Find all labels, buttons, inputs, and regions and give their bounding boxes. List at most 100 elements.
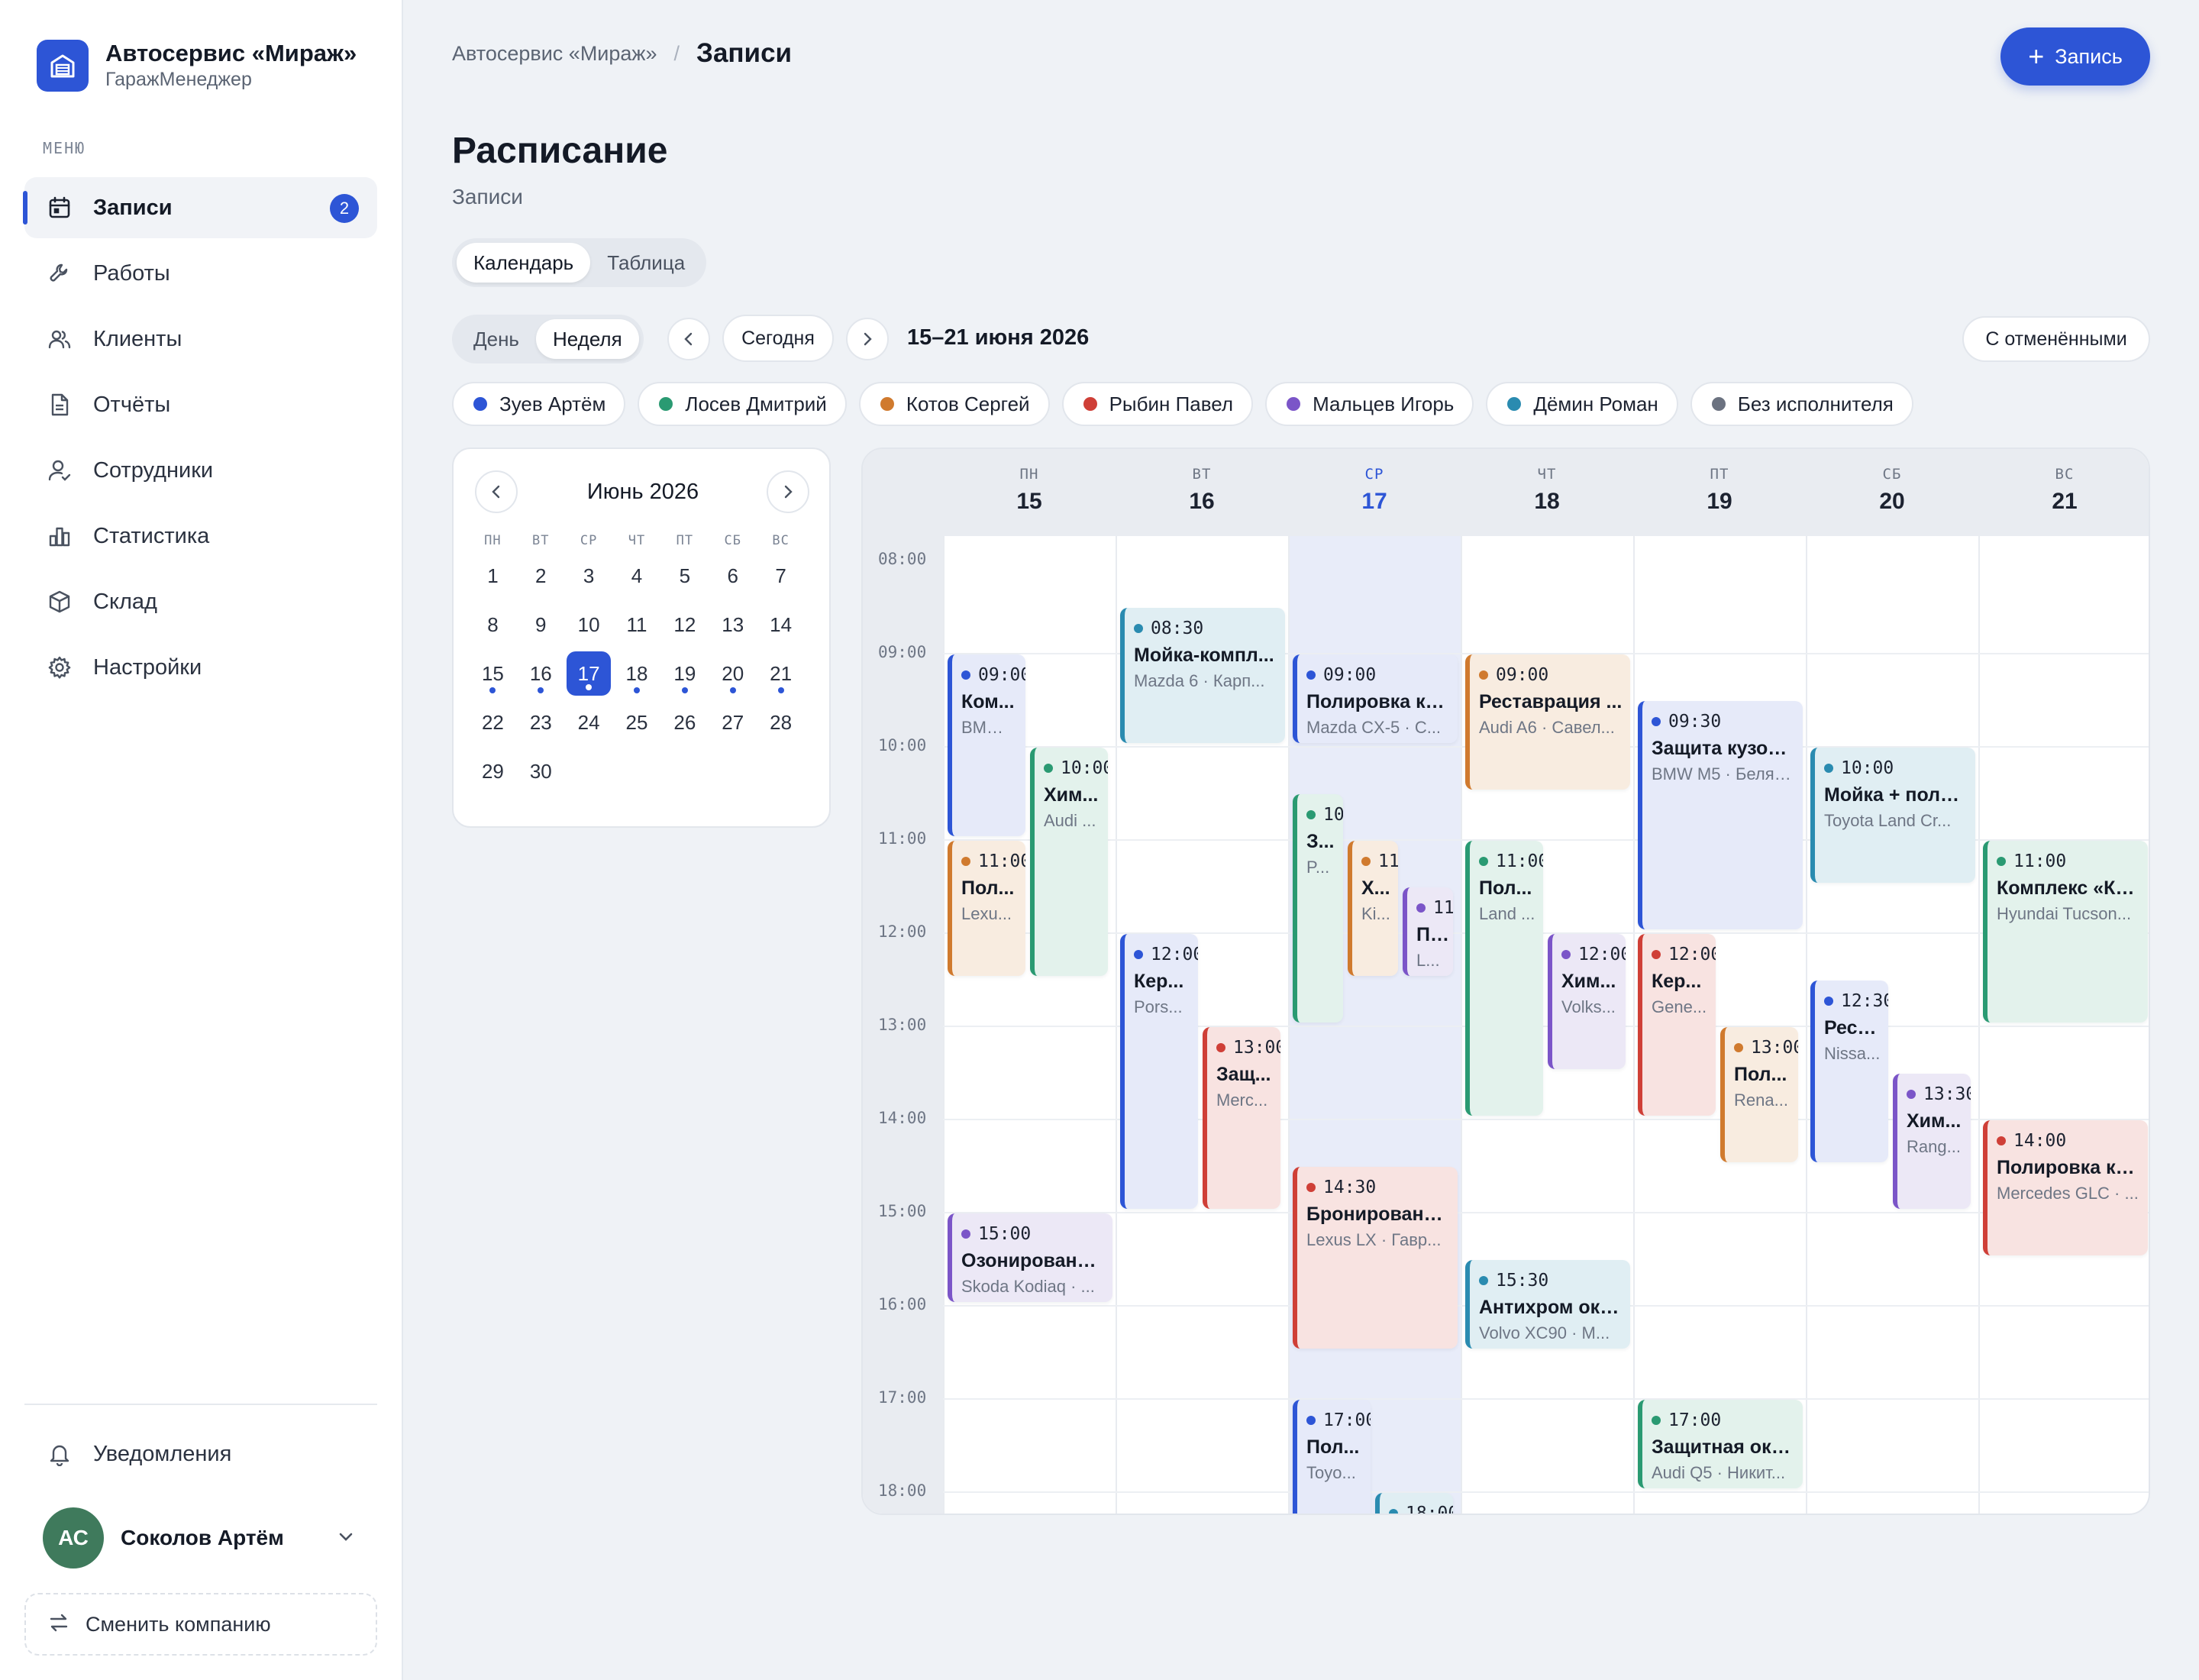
mini-calendar-day[interactable]: 8 [469,600,517,649]
appointment-card[interactable]: 10:00 Мойка + поли... Toyota Land Cr... [1810,748,1975,883]
mini-calendar-day[interactable]: 29 [469,747,517,796]
appointment-card[interactable]: 14:30 Бронирование... Lexus LX · Гавр... [1293,1167,1458,1349]
mini-calendar-day[interactable]: 25 [613,698,661,747]
appointment-card[interactable]: 10:00 Хим... Audi ... [1030,748,1108,976]
appointment-card[interactable]: 14:00 Полировка ку... Mercedes GLC · ... [1983,1120,2148,1255]
breadcrumb-root-link[interactable]: Автосервис «Мираж» [452,42,657,66]
mini-next-month-button[interactable] [767,470,809,513]
mini-calendar-day[interactable]: 30 [517,747,565,796]
sidebar-item-works[interactable]: Работы [24,243,377,304]
appointment-card[interactable]: 13:00 Защ... Merc... [1203,1027,1280,1209]
mini-calendar-day[interactable]: 13 [709,600,757,649]
today-button[interactable]: Сегодня [722,315,834,362]
mini-calendar-day[interactable]: 6 [709,551,757,600]
day-column[interactable] [1978,536,2149,1514]
mini-calendar-day[interactable]: 7 [757,551,805,600]
employee-filter-chip[interactable]: Без исполнителя [1690,382,1913,426]
day-header[interactable]: СБ 20 [1806,449,1978,536]
appointment-card[interactable]: 18:00Мой...VW Ti... [1375,1493,1453,1514]
sidebar-item-reports[interactable]: Отчёты [24,374,377,435]
mini-calendar-day[interactable]: 4 [613,551,661,600]
tab-calendar[interactable]: Календарь [457,243,591,283]
employee-filter-chip[interactable]: Дёмин Роман [1486,382,1678,426]
tab-table[interactable]: Таблица [590,243,702,283]
employee-filter-chip[interactable]: Котов Сергей [858,382,1050,426]
mini-calendar-day[interactable]: 11 [613,600,661,649]
appointment-card[interactable]: 10:30 З... P... [1293,794,1343,1023]
mini-calendar-day[interactable]: 12 [660,600,709,649]
employee-filter-chip[interactable]: Зуев Артём [452,382,626,426]
user-check-icon [46,457,73,484]
day-header[interactable]: ВТ 16 [1116,449,1288,536]
appointment-card[interactable]: 09:30 Защита кузов... BMW M5 · Беляе... [1638,701,1803,929]
mini-calendar-day[interactable]: 14 [757,600,805,649]
appointment-title: Антихром окл... [1479,1297,1629,1318]
mini-calendar-day[interactable]: 23 [517,698,565,747]
appointment-card[interactable]: 11:00 Комплекс «Ко... Hyundai Tucson... [1983,841,2148,1023]
day-header[interactable]: СР 17 [1288,449,1461,536]
appointment-card[interactable]: 12:00 Кер... Pors... [1120,934,1198,1209]
appointment-card[interactable]: 17:00 Защитная окл... Audi Q5 · Никит... [1638,1400,1803,1488]
appointment-card[interactable]: 09:00 Реставрация ... Audi A6 · Савел... [1465,654,1630,790]
sidebar-item-employees[interactable]: Сотрудники [24,440,377,501]
mini-calendar-day[interactable]: 21 [757,649,805,698]
breadcrumb: Автосервис «Мираж» / Записи [452,38,792,69]
appointment-card[interactable]: 15:30 Антихром окл... Volvo XC90 · М... [1465,1260,1630,1349]
appointment-card[interactable]: 09:00 Ком... BMW ... [948,654,1025,836]
sidebar-item-settings[interactable]: Настройки [24,637,377,698]
switch-company-button[interactable]: Сменить компанию [24,1593,377,1656]
brand[interactable]: Автосервис «Мираж» ГаражМенеджер [37,40,357,92]
mini-calendar-day[interactable]: 17 [565,649,613,698]
appointment-card[interactable]: 12:00 Кер... Gene... [1638,934,1716,1116]
mini-calendar-day[interactable]: 10 [565,600,613,649]
day-header[interactable]: ПН 15 [943,449,1116,536]
appointment-card[interactable]: 17:00 Пол... Toyo... [1293,1400,1371,1514]
mini-calendar-day[interactable]: 9 [517,600,565,649]
mini-calendar-day[interactable]: 27 [709,698,757,747]
employee-filter-chip[interactable]: Лосев Дмитрий [638,382,847,426]
employee-filter-chip[interactable]: Мальцев Игорь [1265,382,1474,426]
prev-week-button[interactable] [667,318,710,360]
mini-calendar-day[interactable]: 18 [613,649,661,698]
appointment-card[interactable]: 13:30 Хим... Rang... [1893,1074,1971,1209]
tab-week[interactable]: Неделя [535,319,639,359]
mini-calendar-day[interactable]: 26 [660,698,709,747]
sidebar-item-bookings[interactable]: Записи 2 [23,177,377,238]
appointment-card[interactable]: 15:00 Озонирование... Skoda Kodiaq · ... [948,1213,1112,1302]
appointment-card[interactable]: 13:00 Пол... Rena... [1720,1027,1798,1162]
appointment-card[interactable]: 12:00 Хим... Volks... [1548,934,1626,1069]
employee-filter-chip[interactable]: Рыбин Павел [1061,382,1254,426]
appointment-card[interactable]: 11:00 Пол... Lexu... [948,841,1025,976]
mini-calendar-day[interactable]: 16 [517,649,565,698]
appointment-card[interactable]: 11:30 П... L... [1403,887,1453,976]
mini-calendar-day[interactable]: 24 [565,698,613,747]
user-menu[interactable]: АС Соколов Артём [24,1501,377,1575]
appointment-card[interactable]: 08:30 Мойка-компл... Mazda 6 · Карп... [1120,608,1285,743]
show-cancelled-toggle[interactable]: С отменёнными [1962,316,2150,362]
mini-calendar-day[interactable]: 5 [660,551,709,600]
mini-calendar-day[interactable]: 20 [709,649,757,698]
day-header[interactable]: ВС 21 [1978,449,2149,536]
appointment-card[interactable]: 09:00 Полировка ку... Mazda CX-5 · С... [1293,654,1458,743]
mini-calendar-day[interactable]: 22 [469,698,517,747]
sidebar-item-statistics[interactable]: Статистика [24,506,377,567]
next-week-button[interactable] [846,318,889,360]
mini-calendar-day[interactable]: 3 [565,551,613,600]
appointment-card[interactable]: 11:00 Пол... Land ... [1465,841,1543,1116]
mini-calendar-day[interactable]: 28 [757,698,805,747]
notifications-button[interactable]: Уведомления [24,1423,377,1485]
day-header-date: 20 [1879,489,1905,514]
day-header[interactable]: ПТ 19 [1633,449,1806,536]
mini-calendar-day[interactable]: 19 [660,649,709,698]
sidebar-item-warehouse[interactable]: Склад [24,571,377,632]
add-booking-button[interactable]: + Запись [2000,27,2150,86]
mini-calendar-day[interactable]: 2 [517,551,565,600]
mini-calendar-day[interactable]: 1 [469,551,517,600]
sidebar-item-clients[interactable]: Клиенты [24,309,377,370]
appointment-card[interactable]: 11:00 Х... Ki... [1348,841,1398,976]
day-header[interactable]: ЧТ 18 [1461,449,1633,536]
mini-calendar-day[interactable]: 15 [469,649,517,698]
tab-day[interactable]: День [457,319,536,359]
appointment-card[interactable]: 12:30 Рест... Nissa... [1810,981,1888,1162]
mini-day-number: 22 [481,710,504,734]
